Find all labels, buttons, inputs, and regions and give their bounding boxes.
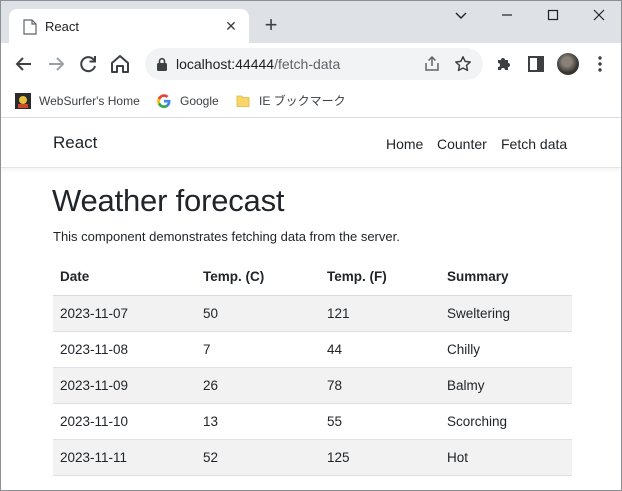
cell-temp-c: 50	[196, 295, 320, 332]
column-header-summary: Summary	[440, 259, 572, 296]
cell-temp-f: 55	[320, 403, 440, 440]
cell-temp-f: 78	[320, 367, 440, 404]
cell-date: 2023-11-11	[53, 439, 196, 476]
tab-title: React	[45, 19, 79, 34]
forward-arrow-icon[interactable]	[44, 52, 68, 76]
cell-temp-c: 7	[196, 331, 320, 368]
cell-temp-f: 125	[320, 439, 440, 476]
browser-window: React ✕ + localhost:44444/fetch-data Web…	[0, 0, 622, 491]
more-menu-icon[interactable]	[593, 55, 607, 73]
bookmarks-bar: WebSurfer's Home Google IE ブックマーク	[1, 85, 621, 118]
reload-icon[interactable]	[76, 52, 100, 76]
table-row: 2023-11-11 52 125 Hot	[53, 439, 572, 476]
share-icon[interactable]	[423, 55, 441, 73]
cell-summary: Sweltering	[440, 295, 572, 332]
extensions-puzzle-icon[interactable]	[494, 54, 514, 74]
nav-link-home[interactable]: Home	[386, 136, 423, 152]
column-header-temp-c: Temp. (C)	[196, 259, 320, 296]
close-window-icon[interactable]	[587, 5, 611, 27]
cell-summary: Scorching	[440, 403, 572, 440]
browser-toolbar: localhost:44444/fetch-data	[1, 43, 621, 85]
back-arrow-icon[interactable]	[12, 52, 36, 76]
tab-search-icon[interactable]	[449, 5, 473, 27]
navbar-brand[interactable]: React	[53, 133, 97, 153]
new-tab-icon[interactable]: +	[260, 14, 282, 37]
table-row: 2023-11-07 50 121 Sweltering	[53, 295, 572, 332]
cell-temp-c: 26	[196, 367, 320, 404]
nav-link-fetch-data[interactable]: Fetch data	[501, 136, 567, 152]
bookmark-star-icon[interactable]	[454, 55, 472, 73]
cell-temp-f: 121	[320, 295, 440, 332]
side-panel-icon[interactable]	[526, 54, 546, 74]
page-favicon-icon	[23, 19, 37, 35]
tab-react[interactable]: React ✕	[9, 9, 249, 43]
url-text: localhost:44444/fetch-data	[176, 56, 341, 72]
bookmark-google[interactable]: Google	[156, 93, 219, 111]
app-navbar: React Home Counter Fetch data	[1, 119, 621, 168]
websurfer-favicon-icon	[15, 93, 31, 109]
google-icon	[157, 94, 171, 109]
cell-date: 2023-11-07	[53, 295, 196, 332]
minimize-icon[interactable]	[495, 5, 519, 27]
address-bar[interactable]: localhost:44444/fetch-data	[145, 48, 483, 80]
cell-temp-c: 52	[196, 439, 320, 476]
lock-icon[interactable]	[155, 57, 169, 71]
cell-date: 2023-11-09	[53, 367, 196, 404]
cell-temp-f: 44	[320, 331, 440, 368]
bookmark-websurfer[interactable]: WebSurfer's Home	[15, 93, 140, 111]
table-header-row: Date Temp. (C) Temp. (F) Summary	[53, 259, 572, 296]
maximize-icon[interactable]	[541, 5, 565, 27]
page-description: This component demonstrates fetching dat…	[53, 229, 400, 244]
column-header-temp-f: Temp. (F)	[320, 259, 440, 296]
bookmark-ie-folder[interactable]: IE ブックマーク	[235, 93, 346, 111]
cell-summary: Hot	[440, 439, 572, 476]
tab-close-icon[interactable]: ✕	[223, 18, 239, 34]
profile-avatar[interactable]	[557, 53, 579, 75]
home-icon[interactable]	[108, 52, 132, 76]
table-row: 2023-11-08 7 44 Chilly	[53, 331, 572, 368]
cell-summary: Chilly	[440, 331, 572, 368]
table-row: 2023-11-09 26 78 Balmy	[53, 367, 572, 404]
web-page: React Home Counter Fetch data Weather fo…	[1, 119, 621, 490]
tab-strip: React ✕ +	[1, 1, 621, 43]
folder-icon	[236, 95, 250, 107]
nav-link-counter[interactable]: Counter	[437, 136, 487, 152]
cell-date: 2023-11-10	[53, 403, 196, 440]
page-title: Weather forecast	[52, 183, 285, 218]
cell-temp-c: 13	[196, 403, 320, 440]
cell-summary: Balmy	[440, 367, 572, 404]
forecast-table: Date Temp. (C) Temp. (F) Summary 2023-11…	[53, 259, 572, 476]
column-header-date: Date	[53, 259, 196, 296]
cell-date: 2023-11-08	[53, 331, 196, 368]
table-row: 2023-11-10 13 55 Scorching	[53, 403, 572, 440]
